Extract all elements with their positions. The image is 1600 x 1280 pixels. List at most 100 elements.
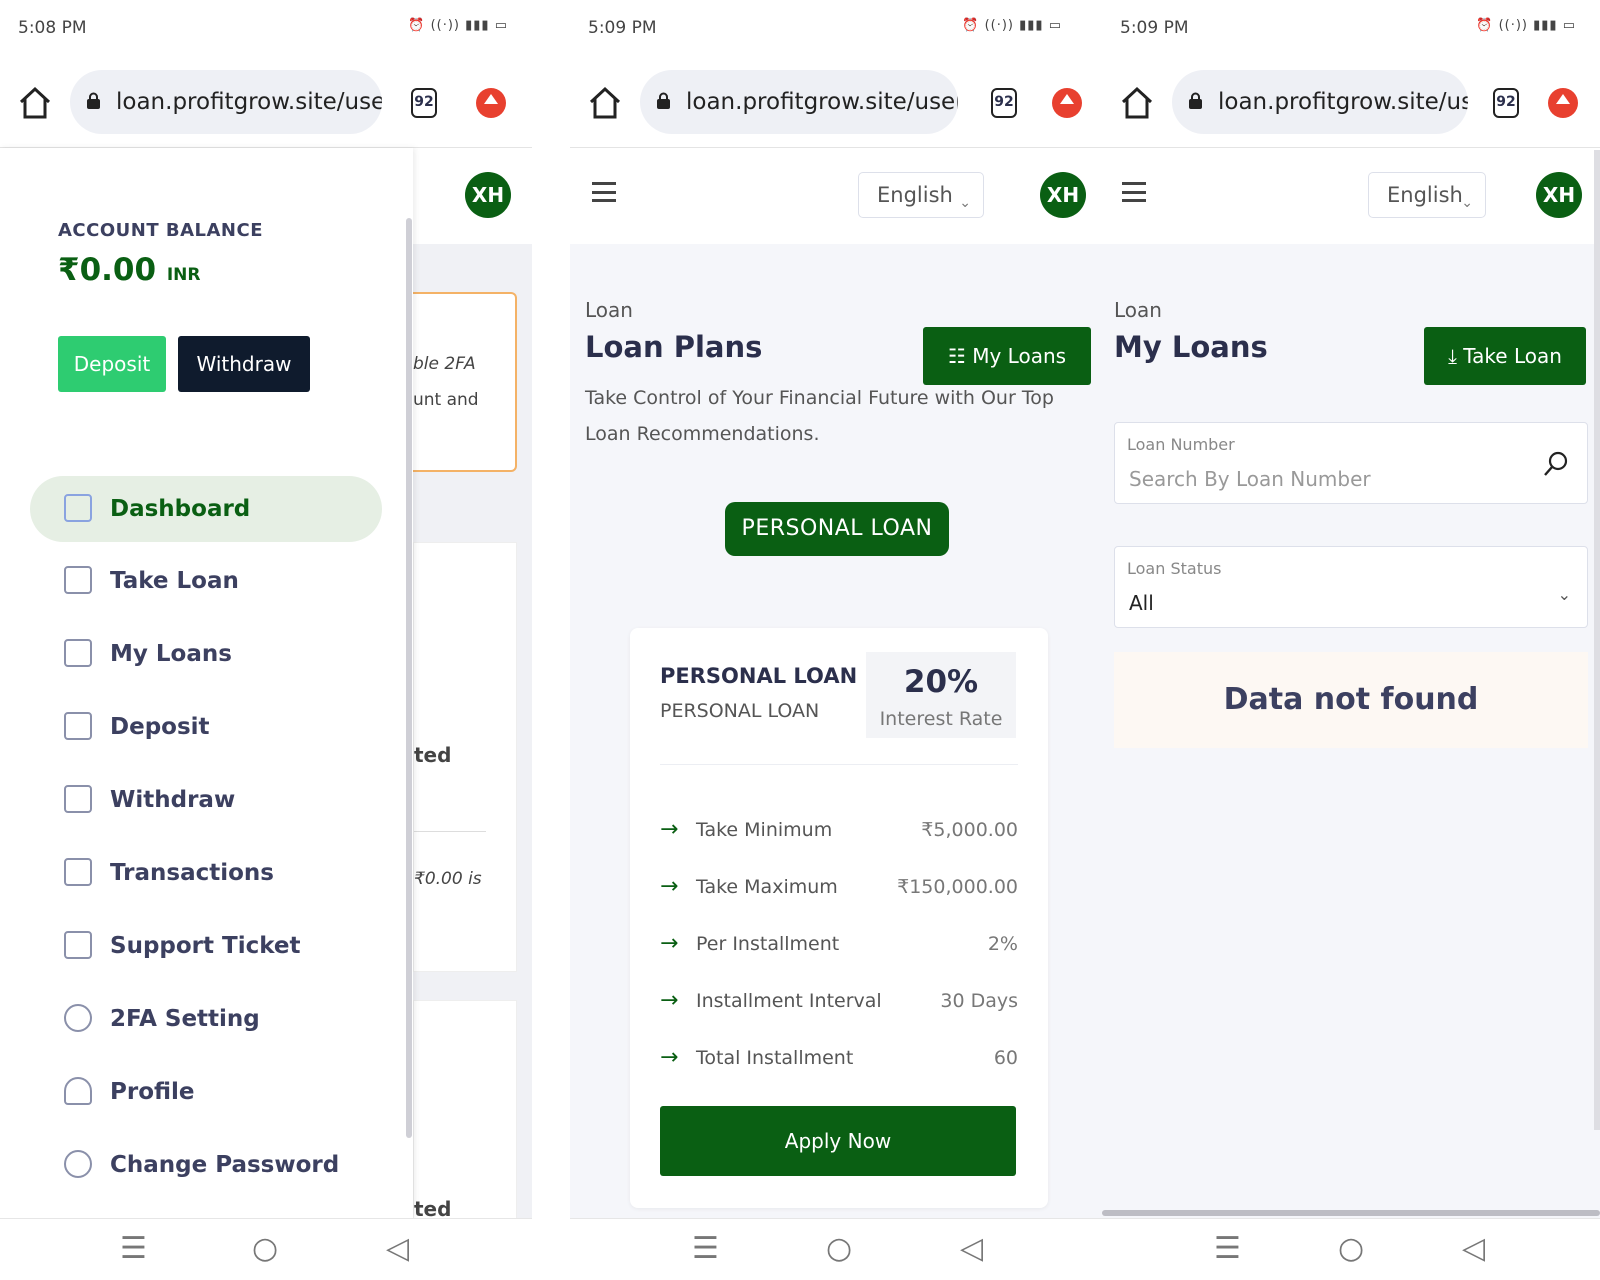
behind-text: ble 2FA bbox=[413, 354, 476, 374]
dashboard-icon bbox=[64, 494, 92, 522]
avatar[interactable]: XH bbox=[1040, 172, 1086, 218]
sidebar-item-label: Dashboard bbox=[110, 496, 251, 522]
home-circle-icon[interactable]: ○ bbox=[826, 1231, 852, 1266]
tab-count-button[interactable]: 92 bbox=[411, 88, 437, 118]
status-bar: 5:08 PM ⏰ ((·)) ▮▮▮ ▭ bbox=[0, 0, 532, 58]
sidebar-item-take-loan[interactable]: Take Loan bbox=[30, 548, 382, 614]
loan-status-label: Loan Status bbox=[1127, 559, 1222, 578]
language-value: English bbox=[877, 183, 953, 207]
loan-status-select[interactable]: Loan Status All ⌄ bbox=[1114, 546, 1588, 628]
sidebar-item-change-password[interactable]: Change Password bbox=[30, 1132, 382, 1198]
screen-my-loans: 5:09 PM ⏰ ((·)) ▮▮▮ ▭ loan.profitgrow.si… bbox=[1102, 0, 1600, 1280]
back-icon[interactable]: ◁ bbox=[1462, 1231, 1485, 1266]
sidebar-item-transactions[interactable]: Transactions bbox=[30, 840, 382, 906]
language-select[interactable]: English ⌄ bbox=[1368, 172, 1486, 218]
row-label: Installment Interval bbox=[696, 990, 882, 1012]
wallet-icon bbox=[64, 712, 92, 740]
my-loans-button[interactable]: ☷ My Loans bbox=[923, 327, 1091, 385]
status-icons: ⏰ ((·)) ▮▮▮ ▭ bbox=[408, 18, 508, 33]
deposit-button[interactable]: Deposit bbox=[58, 336, 166, 392]
avatar[interactable]: XH bbox=[1536, 172, 1582, 218]
empty-state: Data not found bbox=[1114, 652, 1588, 748]
loan-status-value: All bbox=[1129, 591, 1154, 615]
loan-plan-card: PERSONAL LOAN PERSONAL LOAN 20% Interest… bbox=[630, 628, 1048, 1208]
balance-amount: ₹0.00 bbox=[58, 252, 157, 288]
recents-icon[interactable]: ☰ bbox=[120, 1231, 147, 1266]
withdraw-button[interactable]: Withdraw bbox=[178, 336, 310, 392]
address-bar[interactable]: loan.profitgrow.site/user, bbox=[1172, 70, 1468, 134]
home-icon[interactable] bbox=[588, 86, 622, 120]
sidebar-item-label: Take Loan bbox=[110, 568, 239, 594]
status-time: 5:09 PM bbox=[1120, 18, 1189, 38]
system-nav-bar: ☰ ○ ◁ bbox=[570, 1218, 1102, 1280]
sidebar-item-2fa-setting[interactable]: 2FA Setting bbox=[30, 986, 382, 1052]
search-icon[interactable] bbox=[1543, 451, 1569, 477]
plan-row: → Per Installment 2% bbox=[660, 924, 1018, 964]
lock-icon bbox=[657, 92, 670, 109]
row-value: ₹150,000.00 bbox=[897, 876, 1018, 898]
status-icons: ⏰ ((·)) ▮▮▮ ▭ bbox=[1476, 18, 1576, 33]
app-header: English ⌄ XH bbox=[570, 148, 1102, 244]
home-icon[interactable] bbox=[1120, 86, 1154, 120]
recents-icon[interactable]: ☰ bbox=[1214, 1231, 1241, 1266]
take-loan-label: Take Loan bbox=[1463, 344, 1562, 368]
address-bar[interactable]: loan.profitgrow.site/user, bbox=[70, 70, 382, 134]
vertical-scrollbar[interactable] bbox=[1594, 150, 1600, 1130]
hamburger-menu-icon[interactable] bbox=[1122, 182, 1146, 202]
page-description: Take Control of Your Financial Future wi… bbox=[585, 387, 1054, 445]
horizontal-scrollbar[interactable] bbox=[1102, 1210, 1600, 1216]
tab-count-button[interactable]: 92 bbox=[991, 88, 1017, 118]
back-icon[interactable]: ◁ bbox=[386, 1231, 409, 1266]
update-icon[interactable] bbox=[476, 88, 506, 118]
url-text: loan.profitgrow.site/user, bbox=[686, 89, 958, 115]
breadcrumb: Loan bbox=[1114, 298, 1162, 322]
recents-icon[interactable]: ☰ bbox=[692, 1231, 719, 1266]
url-text: loan.profitgrow.site/user, bbox=[1218, 89, 1468, 115]
user-icon bbox=[64, 1077, 92, 1105]
update-icon[interactable] bbox=[1548, 88, 1578, 118]
loan-number-field[interactable]: Loan Number Search By Loan Number bbox=[1114, 422, 1588, 504]
sidebar-item-deposit[interactable]: Deposit bbox=[30, 694, 382, 760]
loan-number-input[interactable]: Search By Loan Number bbox=[1129, 467, 1371, 491]
sidebar-item-label: Withdraw bbox=[110, 787, 236, 813]
sidebar-item-label: Profile bbox=[110, 1079, 195, 1105]
category-tab-personal-loan[interactable]: PERSONAL LOAN bbox=[725, 502, 949, 556]
interest-rate-box: 20% Interest Rate bbox=[866, 652, 1016, 738]
language-select[interactable]: English ⌄ bbox=[858, 172, 984, 218]
avatar[interactable]: XH bbox=[465, 172, 511, 218]
row-label: Total Installment bbox=[696, 1047, 854, 1069]
status-bar: 5:09 PM ⏰ ((·)) ▮▮▮ ▭ bbox=[570, 0, 1102, 58]
info-card: ted ₹0.00 is bbox=[413, 542, 517, 972]
warning-card: ble 2FA unt and bbox=[413, 292, 517, 472]
take-loan-button[interactable]: ⤓ Take Loan bbox=[1424, 327, 1586, 385]
hamburger-menu-icon[interactable] bbox=[592, 182, 616, 202]
sidebar-item-withdraw[interactable]: Withdraw bbox=[30, 767, 382, 833]
transactions-icon bbox=[64, 858, 92, 886]
home-circle-icon[interactable]: ○ bbox=[1338, 1231, 1364, 1266]
tab-count-button[interactable]: 92 bbox=[1493, 88, 1519, 118]
sidebar-item-my-loans[interactable]: My Loans bbox=[30, 621, 382, 687]
sidebar-item-profile[interactable]: Profile bbox=[30, 1059, 382, 1125]
sidebar-item-support-ticket[interactable]: Support Ticket bbox=[30, 913, 382, 979]
chevron-down-icon: ⌄ bbox=[959, 195, 971, 211]
status-icons: ⏰ ((·)) ▮▮▮ ▭ bbox=[962, 18, 1062, 33]
browser-toolbar: loan.profitgrow.site/user, 92 bbox=[1102, 58, 1600, 148]
drawer-scrollbar[interactable] bbox=[406, 218, 412, 1138]
my-loans-label: My Loans bbox=[972, 344, 1067, 368]
sidebar-item-dashboard[interactable]: Dashboard bbox=[30, 476, 382, 542]
sidebar-item-label: 2FA Setting bbox=[110, 1006, 260, 1032]
home-circle-icon[interactable]: ○ bbox=[252, 1231, 278, 1266]
apply-now-button[interactable]: Apply Now bbox=[660, 1106, 1016, 1176]
update-icon[interactable] bbox=[1052, 88, 1082, 118]
app-header: English ⌄ XH bbox=[1102, 148, 1600, 244]
key-icon bbox=[64, 1150, 92, 1178]
row-value: 30 Days bbox=[940, 990, 1018, 1012]
plan-name: PERSONAL LOAN bbox=[660, 664, 858, 688]
balance-heading: ACCOUNT BALANCE bbox=[58, 220, 263, 241]
address-bar[interactable]: loan.profitgrow.site/user, bbox=[640, 70, 958, 134]
sidebar-drawer: ACCOUNT BALANCE ₹0.00 INR Deposit Withdr… bbox=[0, 148, 413, 1218]
screen-loan-plans: 5:09 PM ⏰ ((·)) ▮▮▮ ▭ loan.profitgrow.si… bbox=[570, 0, 1102, 1280]
back-icon[interactable]: ◁ bbox=[960, 1231, 983, 1266]
home-icon[interactable] bbox=[18, 86, 52, 120]
behind-text: ₹0.00 is bbox=[414, 869, 482, 889]
